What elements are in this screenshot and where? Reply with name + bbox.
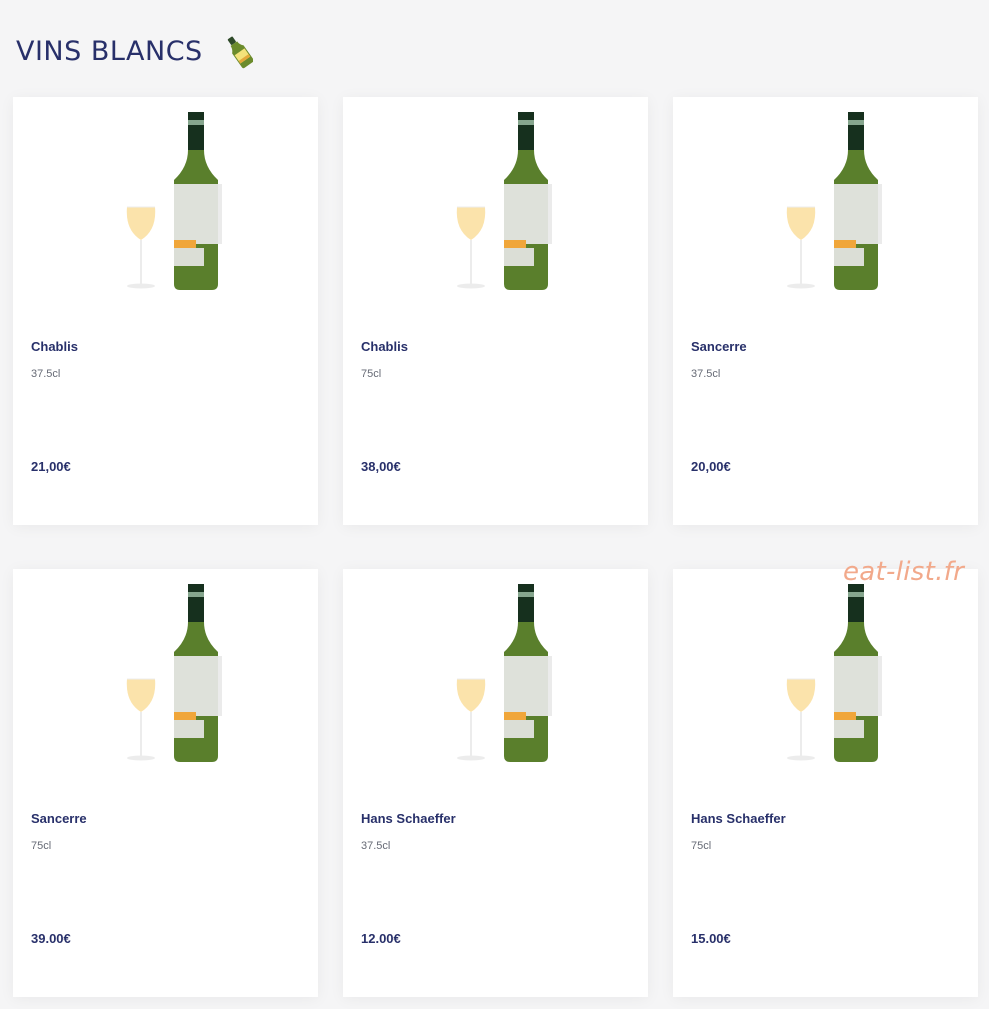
wine-glass-icon <box>126 206 156 289</box>
product-volume: 37.5cl <box>361 840 391 852</box>
bottle-shape <box>834 112 882 290</box>
product-price: 39.00€ <box>31 931 71 946</box>
product-card[interactable]: Sancerre 37.5cl 20,00€ <box>673 97 978 525</box>
product-price: 21,00€ <box>31 459 71 474</box>
product-price: 12.00€ <box>361 931 401 946</box>
product-name[interactable]: Hans Schaeffer <box>691 811 786 826</box>
wine-glass-icon <box>456 206 486 289</box>
product-card[interactable]: Chablis 37.5cl 21,00€ <box>13 97 318 525</box>
product-volume: 37.5cl <box>691 368 721 380</box>
wine-bottle-image <box>453 112 553 292</box>
bottle-shape <box>174 584 222 762</box>
product-volume: 37.5cl <box>31 368 61 380</box>
product-price: 38,00€ <box>361 459 401 474</box>
product-name[interactable]: Chablis <box>31 339 78 354</box>
product-name[interactable]: Sancerre <box>31 811 87 826</box>
product-card[interactable]: Chablis 75cl 38,00€ <box>343 97 648 525</box>
bottle-shape <box>834 584 882 762</box>
product-price: 15.00€ <box>691 931 731 946</box>
bottle-shape <box>174 112 222 290</box>
wine-bottle-image <box>783 584 883 764</box>
product-volume: 75cl <box>361 368 382 380</box>
wine-bottle-image <box>123 584 223 764</box>
product-name[interactable]: Hans Schaeffer <box>361 811 456 826</box>
wine-bottle-image <box>783 112 883 292</box>
wine-glass-icon <box>786 206 816 289</box>
bottle-shape <box>504 584 552 762</box>
wine-glass-icon <box>126 678 156 761</box>
product-price: 20,00€ <box>691 459 731 474</box>
product-name[interactable]: Chablis <box>361 339 408 354</box>
product-card[interactable]: Hans Schaeffer 37.5cl 12.00€ <box>343 569 648 997</box>
bottle-shape <box>504 112 552 290</box>
wine-bottle-image <box>453 584 553 764</box>
product-volume: 75cl <box>691 840 712 852</box>
watermark: eat-list.fr <box>843 557 965 587</box>
wine-glass-icon <box>786 678 816 761</box>
wine-glass-icon <box>456 678 486 761</box>
product-volume: 75cl <box>31 840 52 852</box>
product-card[interactable]: Hans Schaeffer 75cl 15.00€ <box>673 569 978 997</box>
product-card[interactable]: Sancerre 75cl 39.00€ <box>13 569 318 997</box>
wine-bottle-image <box>123 112 223 292</box>
product-grid: Chablis 37.5cl 21,00€ Chablis 75cl 38,00… <box>0 0 989 1009</box>
product-name[interactable]: Sancerre <box>691 339 747 354</box>
